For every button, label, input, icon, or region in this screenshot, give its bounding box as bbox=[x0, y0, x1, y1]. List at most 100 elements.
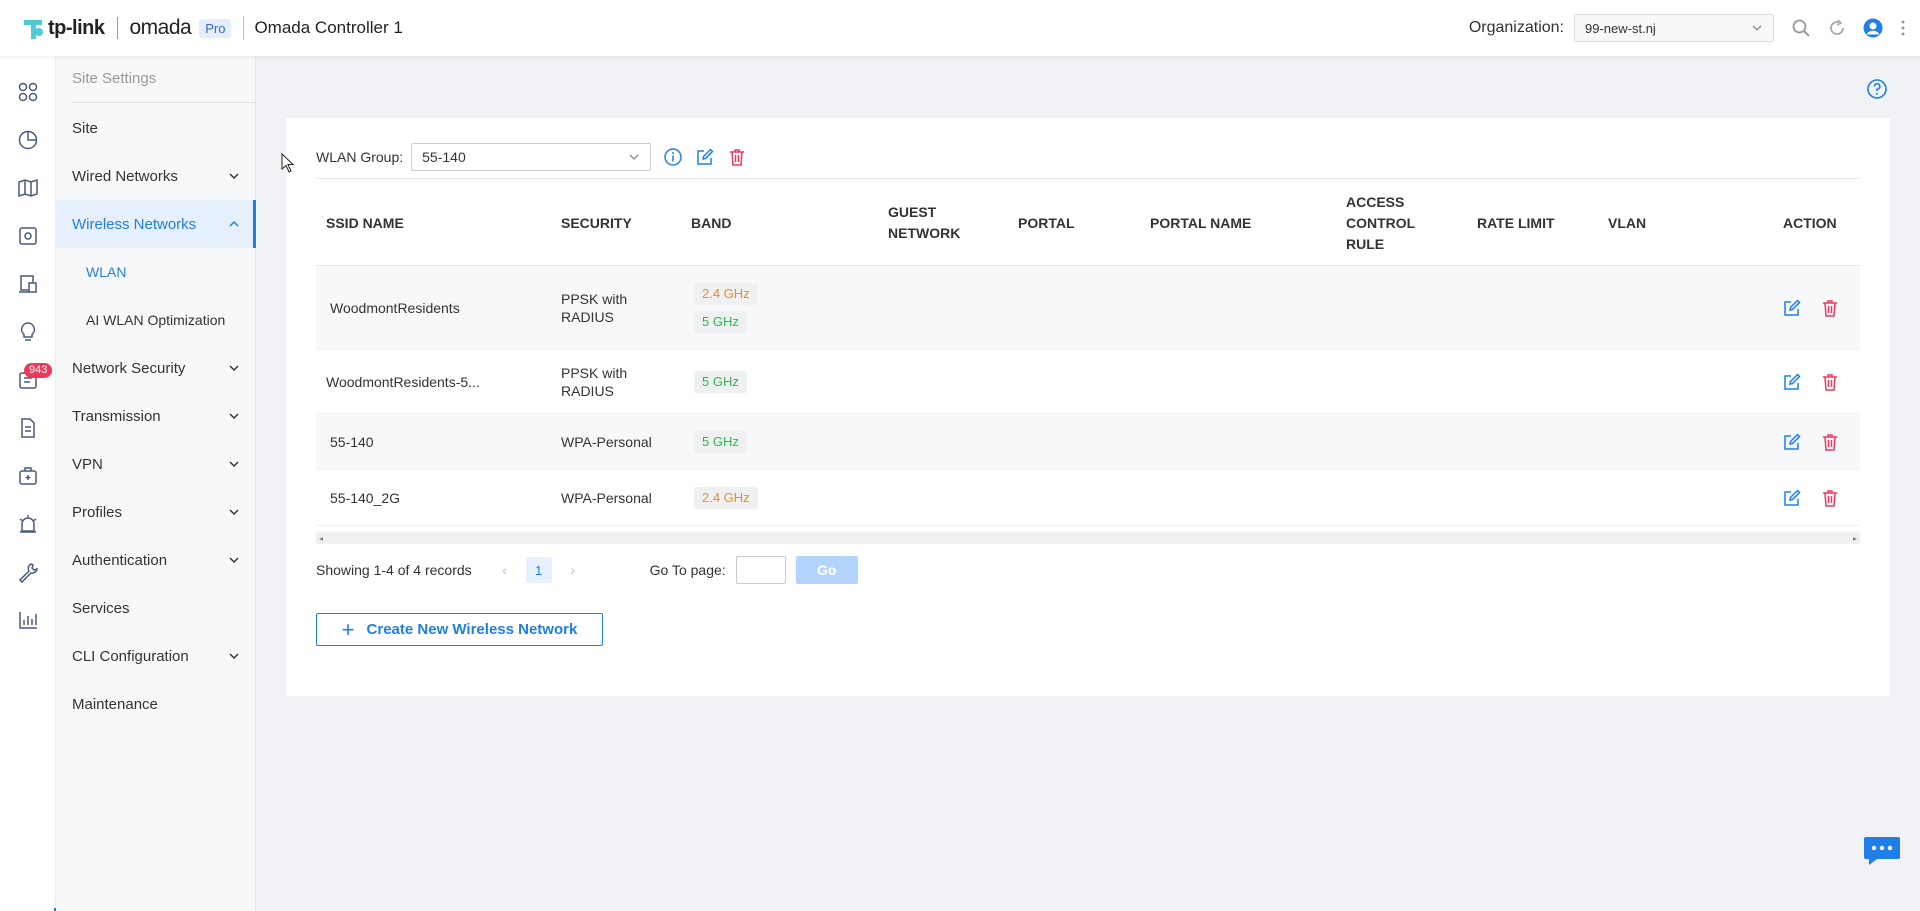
omada-logo-text: omada bbox=[129, 16, 192, 39]
nav-item-label: Services bbox=[72, 599, 130, 617]
refresh-icon[interactable] bbox=[1826, 17, 1848, 39]
band-cell: 2.4 GHz 5 GHz bbox=[694, 266, 758, 350]
wrench-icon[interactable] bbox=[16, 560, 40, 584]
nav-item-vpn[interactable]: VPN bbox=[56, 440, 256, 488]
table-row[interactable]: 55-140 WPA-Personal 5 GHz bbox=[316, 414, 1860, 470]
column-vlan[interactable]: VLAN bbox=[1608, 179, 1646, 267]
more-vertical-icon[interactable] bbox=[1898, 17, 1908, 39]
column-rate-limit[interactable]: RATE LIMIT bbox=[1477, 179, 1555, 267]
page-number[interactable]: 1 bbox=[525, 557, 552, 583]
nav-subitem-ai-wlan-optimization[interactable]: AI WLAN Optimization bbox=[56, 296, 256, 344]
chevron-down-icon bbox=[229, 509, 239, 516]
dashboard-icon[interactable] bbox=[16, 80, 40, 104]
analytics-icon[interactable] bbox=[16, 608, 40, 632]
main-icon-bar: 943 bbox=[0, 56, 56, 911]
pagination: Showing 1-4 of 4 records ‹ 1 › Go To pag… bbox=[316, 555, 858, 585]
security-cell: PPSK with RADIUS bbox=[561, 365, 628, 399]
info-icon[interactable] bbox=[661, 145, 685, 169]
nav-item-label: Network Security bbox=[72, 359, 186, 377]
organization-select[interactable]: 99-new-st.nj bbox=[1574, 14, 1774, 42]
ssid-cell: 55-140_2G bbox=[330, 490, 401, 506]
edit-icon[interactable] bbox=[1780, 430, 1804, 454]
tp-link-mark-icon bbox=[24, 20, 43, 39]
create-button-label: Create New Wireless Network bbox=[366, 621, 578, 638]
ssid-cell: 55-140 bbox=[330, 434, 374, 450]
table-header: SSID NAME SECURITY BAND GUEST NETWORK PO… bbox=[316, 178, 1860, 266]
chat-support-icon[interactable] bbox=[1863, 835, 1901, 867]
nav-item-maintenance[interactable]: Maintenance bbox=[56, 680, 256, 728]
brand-logo[interactable]: tp-link omada Pro bbox=[20, 14, 232, 42]
alerts-icon[interactable] bbox=[16, 512, 40, 536]
column-access-control-rule[interactable]: ACCESS CONTROL RULE bbox=[1346, 179, 1426, 267]
scroll-left-arrow-icon[interactable]: ◂ bbox=[319, 534, 323, 543]
create-wireless-network-button[interactable]: + Create New Wireless Network bbox=[316, 613, 603, 646]
nav-item-authentication[interactable]: Authentication bbox=[56, 536, 256, 584]
nav-item-wireless-networks[interactable]: Wireless Networks bbox=[56, 200, 256, 248]
insights-icon[interactable] bbox=[16, 320, 40, 344]
help-icon[interactable] bbox=[1866, 78, 1888, 100]
nav-subitem-label: WLAN bbox=[86, 264, 127, 280]
chevron-down-icon bbox=[229, 653, 239, 660]
mouse-cursor-icon bbox=[281, 152, 295, 173]
clients-icon[interactable] bbox=[16, 272, 40, 296]
delete-icon[interactable] bbox=[1818, 486, 1842, 510]
column-portal[interactable]: PORTAL bbox=[1018, 179, 1075, 267]
devices-icon[interactable] bbox=[16, 224, 40, 248]
edit-icon[interactable] bbox=[1780, 370, 1804, 394]
edit-icon[interactable] bbox=[1780, 486, 1804, 510]
wlan-group-select[interactable]: 55-140 bbox=[411, 143, 652, 171]
logs-count-badge: 943 bbox=[24, 363, 53, 378]
delete-icon[interactable] bbox=[1818, 370, 1842, 394]
prev-page-icon[interactable]: ‹ bbox=[492, 557, 518, 583]
band-cell: 2.4 GHz bbox=[694, 470, 758, 526]
reports-icon[interactable] bbox=[16, 416, 40, 440]
delete-group-icon[interactable] bbox=[725, 145, 749, 169]
statistics-icon[interactable] bbox=[16, 128, 40, 152]
search-icon[interactable] bbox=[1790, 17, 1812, 39]
delete-icon[interactable] bbox=[1818, 296, 1842, 320]
header-right: Organization: 99-new-st.nj bbox=[1469, 0, 1920, 56]
nav-item-transmission[interactable]: Transmission bbox=[56, 392, 256, 440]
horizontal-scrollbar[interactable]: ◂ ▸ bbox=[316, 532, 1860, 544]
nav-item-site[interactable]: Site bbox=[56, 104, 256, 152]
organization-value: 99-new-st.nj bbox=[1585, 20, 1656, 36]
ssid-cell: WoodmontResidents bbox=[330, 300, 460, 316]
column-guest-network[interactable]: GUEST NETWORK bbox=[888, 179, 968, 267]
ssid-cell: WoodmontResidents-5... bbox=[326, 374, 480, 390]
edit-group-icon[interactable] bbox=[693, 145, 717, 169]
tp-link-text: tp-link bbox=[48, 16, 105, 39]
column-ssid-name[interactable]: SSID NAME bbox=[326, 179, 404, 267]
edit-icon[interactable] bbox=[1780, 296, 1804, 320]
go-button[interactable]: Go bbox=[795, 556, 858, 584]
next-page-icon[interactable]: › bbox=[560, 557, 586, 583]
nav-subitem-wlan[interactable]: WLAN bbox=[56, 248, 256, 296]
nav-item-label: Wireless Networks bbox=[72, 215, 197, 233]
delete-icon[interactable] bbox=[1818, 430, 1842, 454]
chevron-down-icon bbox=[229, 173, 239, 180]
band-tag-2g: 2.4 GHz bbox=[694, 487, 758, 509]
column-portal-name[interactable]: PORTAL NAME bbox=[1150, 179, 1251, 267]
user-avatar-icon[interactable] bbox=[1862, 17, 1884, 39]
map-icon[interactable] bbox=[16, 176, 40, 200]
table-row[interactable]: WoodmontResidents PPSK with RADIUS 2.4 G… bbox=[316, 266, 1860, 350]
nav-item-cli-configuration[interactable]: CLI Configuration bbox=[56, 632, 256, 680]
chevron-down-icon bbox=[1752, 25, 1762, 31]
records-summary: Showing 1-4 of 4 records bbox=[316, 562, 472, 578]
column-security[interactable]: SECURITY bbox=[561, 179, 632, 267]
header-divider bbox=[243, 16, 245, 40]
nav-item-wired-networks[interactable]: Wired Networks bbox=[56, 152, 256, 200]
column-band[interactable]: BAND bbox=[691, 179, 731, 267]
chevron-down-icon bbox=[229, 365, 239, 372]
nav-item-network-security[interactable]: Network Security bbox=[56, 344, 256, 392]
scroll-right-arrow-icon[interactable]: ▸ bbox=[1853, 534, 1857, 543]
table-row[interactable]: WoodmontResidents-5... PPSK with RADIUS … bbox=[316, 350, 1860, 414]
goto-page-input[interactable] bbox=[735, 556, 786, 584]
nav-divider bbox=[72, 102, 256, 103]
nav-item-label: VPN bbox=[72, 455, 103, 473]
chevron-down-icon bbox=[229, 413, 239, 420]
table-row[interactable]: 55-140_2G WPA-Personal 2.4 GHz bbox=[316, 470, 1860, 526]
logo-divider bbox=[116, 17, 118, 39]
nav-item-profiles[interactable]: Profiles bbox=[56, 488, 256, 536]
tools-icon[interactable] bbox=[16, 464, 40, 488]
nav-item-services[interactable]: Services bbox=[56, 584, 256, 632]
